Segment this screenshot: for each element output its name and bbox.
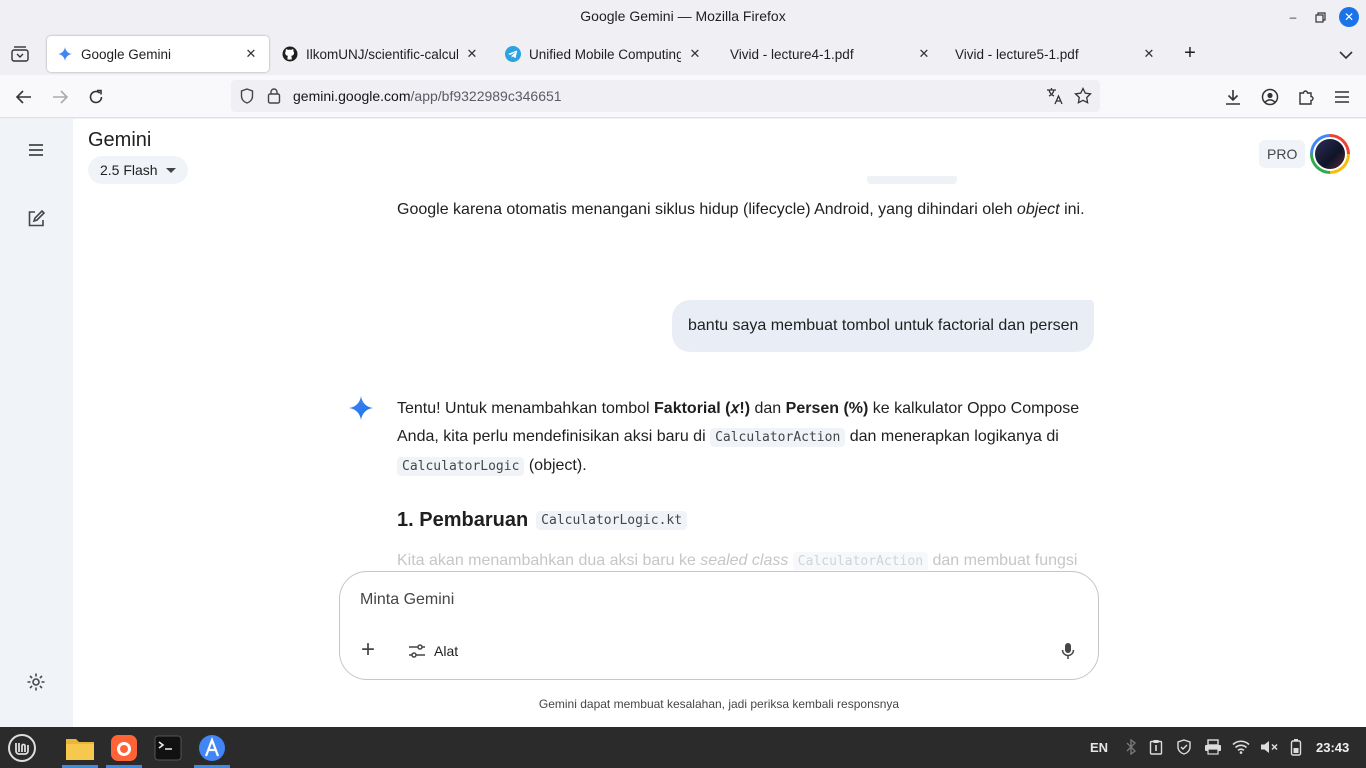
- prompt-composer[interactable]: Minta Gemini + Alat: [339, 571, 1099, 680]
- close-tab-icon[interactable]: ✕: [464, 46, 480, 62]
- tab-label: Unified Mobile Computing C: [529, 46, 681, 62]
- hamburger-menu-icon[interactable]: [22, 136, 50, 164]
- inline-code: CalculatorAction: [710, 428, 846, 447]
- tab-strip: Google Gemini ✕ IlkomUNJ/scientific-calc…: [0, 34, 1366, 74]
- battery-icon[interactable]: [1290, 737, 1302, 757]
- clipped-previous-line: [397, 176, 1103, 186]
- previous-reply-tail: Google karena otomatis menangani siklus …: [397, 201, 1085, 218]
- pro-badge[interactable]: PRO: [1259, 140, 1306, 168]
- disclaimer-text: Gemini dapat membuat kesalahan, jadi per…: [538, 697, 900, 711]
- gemini-app: Gemini 2.5 Flash PRO Google karena otoma…: [0, 119, 1366, 727]
- url-text[interactable]: gemini.google.com/app/bf9322989c346651: [293, 88, 562, 104]
- extensions-icon[interactable]: [1293, 84, 1319, 110]
- gemini-spark-icon: [349, 396, 373, 420]
- section-heading: 1. Pembaruan CalculatorLogic.kt: [397, 509, 688, 532]
- tools-label: Alat: [434, 643, 459, 659]
- user-message: bantu saya membuat tombol untuk factoria…: [672, 300, 1095, 352]
- back-icon[interactable]: [11, 84, 37, 110]
- github-icon: [282, 46, 298, 62]
- minimize-icon[interactable]: –: [1283, 7, 1303, 27]
- telegram-icon: [505, 46, 521, 62]
- taskbar: EN 23:43: [0, 727, 1366, 768]
- tab-lecture5[interactable]: Vivid - lecture5-1.pdf ✕: [945, 36, 1167, 72]
- faded-paragraph: Kita akan menambahkan dua aksi baru ke s…: [397, 552, 1078, 570]
- shield-icon[interactable]: [240, 88, 254, 109]
- clock[interactable]: 23:43: [1316, 740, 1349, 755]
- account-icon[interactable]: [1257, 84, 1283, 110]
- close-tab-icon[interactable]: ✕: [1141, 46, 1157, 62]
- mint-menu-icon[interactable]: [4, 730, 40, 766]
- avatar[interactable]: [1310, 134, 1350, 174]
- reload-icon[interactable]: [83, 84, 109, 110]
- close-window-icon[interactable]: ✕: [1339, 7, 1359, 27]
- bookmark-star-icon[interactable]: [1074, 87, 1092, 110]
- tab-lecture4[interactable]: Vivid - lecture4-1.pdf ✕: [720, 36, 942, 72]
- forward-icon[interactable]: [47, 84, 73, 110]
- tools-button[interactable]: Alat: [400, 636, 466, 666]
- tab-unified-mobile[interactable]: Unified Mobile Computing C ✕: [495, 36, 713, 72]
- tab-google-gemini[interactable]: Google Gemini ✕: [47, 36, 269, 72]
- caret-down-icon: [165, 167, 176, 173]
- tab-label: Vivid - lecture4-1.pdf: [730, 46, 854, 62]
- printer-icon[interactable]: [1204, 737, 1222, 757]
- close-tab-icon[interactable]: ✕: [687, 46, 703, 62]
- tab-list-icon[interactable]: [8, 42, 32, 66]
- settings-gear-icon[interactable]: [22, 668, 50, 696]
- menu-icon[interactable]: [1329, 84, 1355, 110]
- keyboard-layout[interactable]: EN: [1090, 737, 1108, 757]
- update-shield-icon[interactable]: [1176, 737, 1192, 757]
- lock-icon[interactable]: [267, 87, 281, 109]
- terminal-icon[interactable]: [150, 730, 186, 766]
- tab-label: Google Gemini: [81, 46, 172, 62]
- downloads-icon[interactable]: [1220, 84, 1246, 110]
- tools-sliders-icon: [409, 644, 425, 658]
- nav-toolbar: gemini.google.com/app/bf9322989c346651: [0, 75, 1366, 118]
- prompt-input[interactable]: Minta Gemini: [360, 591, 454, 609]
- app-brand[interactable]: Gemini: [88, 129, 151, 152]
- gemini-icon: [57, 46, 73, 62]
- add-attachment-icon[interactable]: +: [356, 638, 380, 663]
- files-folder-icon[interactable]: [62, 730, 98, 768]
- chat-scroll-area[interactable]: Google karena otomatis menangani siklus …: [73, 176, 1366, 571]
- bluetooth-icon[interactable]: [1125, 737, 1137, 757]
- android-studio-icon[interactable]: [194, 730, 230, 768]
- wifi-icon[interactable]: [1232, 737, 1250, 757]
- tab-label: IlkomUNJ/scientific-calculator: [306, 46, 458, 62]
- tab-label: Vivid - lecture5-1.pdf: [955, 46, 1079, 62]
- chevron-down-icon[interactable]: [1334, 42, 1358, 66]
- close-tab-icon[interactable]: ✕: [916, 46, 932, 62]
- clipboard-icon[interactable]: [1149, 737, 1163, 757]
- reply-paragraph: Tentu! Untuk menambahkan tombol Faktoria…: [397, 400, 1080, 476]
- side-rail: [0, 119, 73, 727]
- tab-github[interactable]: IlkomUNJ/scientific-calculator ✕: [272, 36, 490, 72]
- new-chat-icon[interactable]: [22, 205, 50, 233]
- maximize-icon[interactable]: [1310, 7, 1330, 27]
- microphone-icon[interactable]: [1056, 639, 1080, 663]
- new-tab-icon[interactable]: +: [1178, 42, 1202, 66]
- inline-code: CalculatorLogic: [397, 457, 525, 476]
- firefox-icon[interactable]: [106, 730, 142, 768]
- volume-muted-icon[interactable]: [1260, 737, 1278, 757]
- window-titlebar: Google Gemini — Mozilla Firefox – ✕: [0, 0, 1366, 33]
- inline-code: CalculatorLogic.kt: [536, 511, 688, 530]
- close-tab-icon[interactable]: ✕: [243, 46, 259, 62]
- address-bar[interactable]: gemini.google.com/app/bf9322989c346651: [231, 80, 1100, 112]
- translate-icon[interactable]: [1046, 87, 1064, 110]
- window-title: Google Gemini — Mozilla Firefox: [580, 8, 786, 24]
